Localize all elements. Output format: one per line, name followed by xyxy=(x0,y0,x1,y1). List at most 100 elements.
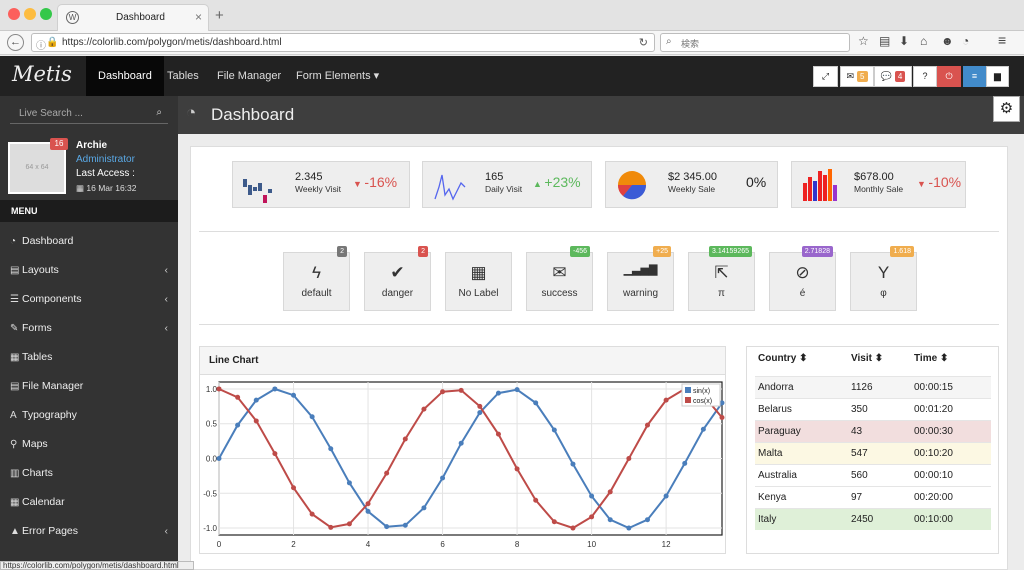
sidebar-item-forms[interactable]: ✎ Forms ‹ xyxy=(0,314,178,343)
search-icon[interactable]: ⌕ xyxy=(156,107,162,118)
monthly-sale-bars-icon xyxy=(803,169,837,201)
zoom-window-button[interactable] xyxy=(40,8,52,20)
table-row: Andorra 1126 00:00:15 xyxy=(755,376,991,398)
cell-visit: 97 xyxy=(851,492,863,503)
column-header-time[interactable]: Time ⬍ xyxy=(914,353,948,364)
mail-button[interactable]: ✉ 5 xyxy=(840,66,874,87)
stat-change-value: 0% xyxy=(746,174,767,190)
browser-menu-icon[interactable]: ≡ xyxy=(998,32,1006,48)
lock-icon: 🔒 xyxy=(46,37,59,48)
sidebar-item-file-manager[interactable]: ▤ File Manager xyxy=(0,372,178,401)
sidebar-item-typography[interactable]: A Typography xyxy=(0,401,178,430)
nav-form-elements[interactable]: Form Elements ▾ xyxy=(284,56,391,96)
column-header-country-label: Country xyxy=(758,353,797,364)
line-chart-svg: 0 2 4 6 8 10 12 1.0 0.5 0.0 -0.5 -1.0 sin(x) cos(x) xyxy=(203,381,725,549)
quick-button-1[interactable]: ϟ default 2 xyxy=(283,246,350,311)
sidebar-item-label: File Manager xyxy=(22,380,84,392)
quick-button-7[interactable]: ⊘ é 2.71828 xyxy=(769,246,836,311)
data-point xyxy=(365,501,371,507)
data-point xyxy=(607,517,613,523)
browser-tab[interactable]: W Dashboard × xyxy=(57,4,209,31)
browser-search-box[interactable]: ⌕ 検索 xyxy=(660,33,850,52)
data-point xyxy=(607,489,613,495)
nav-dashboard[interactable]: Dashboard xyxy=(86,56,164,96)
data-point xyxy=(700,426,706,432)
sidebar-item-error-pages[interactable]: ▲ Error Pages ‹ xyxy=(0,517,178,546)
data-point xyxy=(477,403,483,409)
external-link-icon: ⇱ xyxy=(714,263,729,282)
sidebar-item-layouts[interactable]: ▤ Layouts ‹ xyxy=(0,256,178,285)
settings-gear-icon[interactable]: ⚙ xyxy=(993,96,1020,122)
url-bar[interactable]: ⓘ 🔒 https://colorlib.com/polygon/metis/d… xyxy=(31,33,655,52)
bookmark-star-icon[interactable]: ☆ xyxy=(858,34,869,48)
data-point xyxy=(644,517,650,523)
power-button[interactable]: ⏻ xyxy=(937,66,961,87)
new-tab-icon[interactable]: + xyxy=(215,7,224,24)
comments-icon: 💬 xyxy=(880,71,892,81)
sidebar-item-calendar[interactable]: ▦ Calendar xyxy=(0,488,178,517)
cell-country: Malta xyxy=(758,448,783,459)
quick-button-4[interactable]: ✉ success -456 xyxy=(526,246,593,311)
x-tick-label: 12 xyxy=(662,540,671,549)
column-header-country[interactable]: Country ⬍ xyxy=(758,353,808,364)
pencil-icon: ✎ xyxy=(10,323,19,334)
sidebar-item-maps[interactable]: ⚲ Maps xyxy=(0,430,178,459)
close-window-button[interactable] xyxy=(8,8,20,20)
quick-button-label: success xyxy=(541,288,578,299)
logo[interactable]: Metis xyxy=(12,62,72,86)
minimize-window-button[interactable] xyxy=(24,8,36,20)
close-tab-icon[interactable]: × xyxy=(195,10,202,24)
pocket-icon[interactable]: ☻ xyxy=(941,34,954,48)
cell-country: Paraguay xyxy=(758,426,801,437)
caret-down-icon: ▼ xyxy=(917,179,929,189)
fullscreen-button[interactable]: ⤢ xyxy=(813,66,838,87)
nav-file-manager[interactable]: File Manager xyxy=(205,56,293,96)
back-arrow-icon[interactable]: ← xyxy=(7,34,24,51)
toggle-left-sidebar-button[interactable]: ≡ xyxy=(963,66,986,87)
toggle-right-sidebar-button[interactable]: ▆ xyxy=(986,66,1009,87)
quick-button-3[interactable]: ▦ No Label xyxy=(445,252,512,311)
cell-country: Kenya xyxy=(758,492,787,503)
sidebar-item-tables[interactable]: ▦ Tables xyxy=(0,343,178,372)
sort-icon: ⬍ xyxy=(874,353,884,364)
user-role-link[interactable]: Administrator xyxy=(76,154,135,165)
chat-icon[interactable]: ◔ xyxy=(962,34,969,48)
sidebar-item-dashboard[interactable]: ◔ Dashboard xyxy=(0,227,178,256)
data-point xyxy=(365,508,371,514)
quick-button-5[interactable]: ▁▃▅▇ warning +25 xyxy=(607,246,674,311)
tasks-icon: ☰ xyxy=(10,294,19,305)
data-point xyxy=(384,524,390,530)
dashboard-icon: ◔ xyxy=(186,103,197,122)
help-button[interactable]: ? xyxy=(913,66,937,87)
quick-button-label: No Label xyxy=(458,288,499,299)
reload-icon[interactable]: ↻ xyxy=(639,36,648,49)
quick-button-label: φ xyxy=(880,288,887,299)
sidebar-item-components[interactable]: ☰ Components ‹ xyxy=(0,285,178,314)
quick-button-6[interactable]: ⇱ π 3.14159265 xyxy=(688,246,755,311)
reading-list-icon[interactable]: ▤ xyxy=(879,34,890,48)
app-header: Metis Dashboard Tables File Manager Form… xyxy=(0,56,1024,96)
cell-time: 00:00:30 xyxy=(914,426,953,437)
live-search-input[interactable]: Live Search ... ⌕ xyxy=(10,104,168,124)
quick-button-8[interactable]: Yφ 1.618 xyxy=(850,246,917,311)
x-tick-label: 2 xyxy=(291,540,296,549)
sidebar-item-charts[interactable]: ▥ Charts xyxy=(0,459,178,488)
quick-button-label: danger xyxy=(381,288,414,299)
nav-tables[interactable]: Tables xyxy=(155,56,211,96)
home-icon[interactable]: ⌂ xyxy=(920,34,927,48)
stat-box: $2 345.00 Weekly Sale 0% xyxy=(605,161,778,208)
column-header-visit[interactable]: Visit ⬍ xyxy=(851,353,883,364)
data-point xyxy=(291,392,297,398)
data-point xyxy=(663,493,669,499)
quick-button-2[interactable]: ✔ danger 2 xyxy=(364,246,431,311)
download-icon[interactable]: ⬇ xyxy=(899,34,909,48)
stat-value: $678.00 xyxy=(854,171,894,183)
comments-button[interactable]: 💬 4 xyxy=(874,66,912,87)
quick-button-badge: +25 xyxy=(653,246,671,257)
check-icon: ✔ xyxy=(390,263,405,282)
x-tick-label: 6 xyxy=(440,540,445,549)
quick-button-label: π xyxy=(718,288,725,299)
browser-search-placeholder: 検索 xyxy=(681,39,700,49)
info-icon[interactable]: ⓘ xyxy=(36,37,46,52)
stat-value: 2.345 xyxy=(295,171,323,183)
